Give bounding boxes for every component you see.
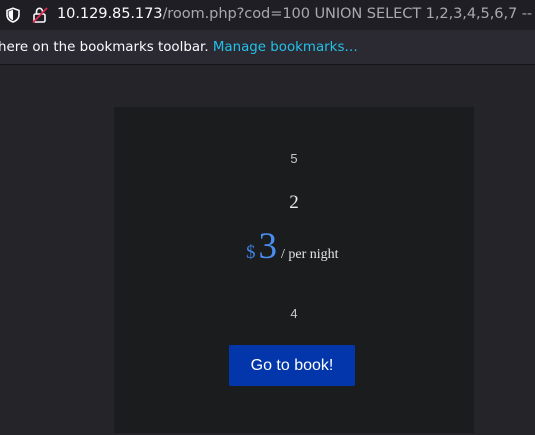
tracking-protection-shield-icon[interactable] <box>5 7 21 23</box>
url-text[interactable]: 10.129.85.173/room.php?cod=100 UNION SEL… <box>57 5 535 22</box>
room-field-top: 5 <box>290 151 298 166</box>
bookmarks-toolbar-text: here on the bookmarks toolbar. <box>0 40 209 55</box>
price-unit: / per night <box>281 247 339 262</box>
page-content: 5 2 $3/ per night 4 Go to book! <box>0 65 535 435</box>
room-card: 5 2 $3/ per night 4 Go to book! <box>114 107 474 433</box>
price-currency: $ <box>246 242 256 263</box>
insecure-connection-lock-icon[interactable] <box>31 6 49 24</box>
room-field-bottom: 4 <box>290 306 298 321</box>
bookmarks-toolbar: here on the bookmarks toolbar. Manage bo… <box>0 30 535 65</box>
room-name: 2 <box>289 192 299 213</box>
bookmarks-toolbar-message: here on the bookmarks toolbar. Manage bo… <box>0 40 358 55</box>
url-path: /room.php?cod=100 UNION SELECT 1,2,3,4,5… <box>162 5 535 22</box>
room-price: $3/ per night <box>246 225 339 268</box>
price-amount: 3 <box>258 226 278 267</box>
go-to-book-button[interactable]: Go to book! <box>229 345 355 386</box>
address-bar[interactable]: 10.129.85.173/room.php?cod=100 UNION SEL… <box>0 0 535 30</box>
manage-bookmarks-link[interactable]: Manage bookmarks… <box>213 40 358 55</box>
url-host: 10.129.85.173 <box>57 5 163 22</box>
